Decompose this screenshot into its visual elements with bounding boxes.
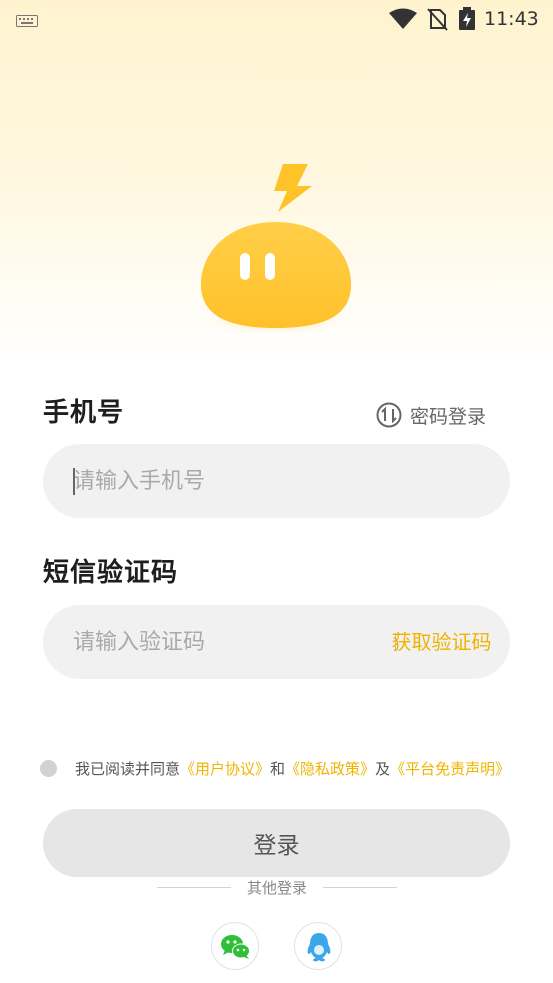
get-code-button[interactable]: 获取验证码 xyxy=(373,605,510,679)
password-login-switch[interactable]: 密码登录 xyxy=(376,400,486,430)
wechat-icon xyxy=(221,935,250,959)
sms-code-field[interactable]: 获取验证码 xyxy=(43,605,510,679)
agreement-row: 我已阅读并同意 《用户协议》 和 《隐私政策》 及 《平台免责声明》 xyxy=(40,757,510,779)
agreement-and: 和 xyxy=(270,759,286,778)
no-sim-icon xyxy=(426,7,448,35)
wechat-login-button[interactable] xyxy=(211,922,259,970)
mascot-logo xyxy=(195,162,357,334)
sms-code-label: 短信验证码 xyxy=(43,558,179,588)
battery-charging-icon xyxy=(458,7,476,35)
wifi-icon xyxy=(388,7,418,35)
other-login-label: 其他登录 xyxy=(246,879,307,897)
divider-line-left xyxy=(157,887,231,888)
switch-icon xyxy=(376,402,402,428)
divider-line-right xyxy=(323,887,397,888)
status-bar: 11:43 xyxy=(0,0,553,38)
qq-icon xyxy=(307,933,331,962)
agreement-also: 及 xyxy=(375,759,391,778)
user-agreement-link[interactable]: 《用户协议》 xyxy=(180,758,270,779)
status-time: 11:43 xyxy=(484,8,539,30)
phone-input[interactable] xyxy=(73,444,333,518)
phone-label: 手机号 xyxy=(43,398,125,428)
sms-code-input[interactable] xyxy=(73,605,333,679)
qq-login-button[interactable] xyxy=(294,922,342,970)
privacy-policy-link[interactable]: 《隐私政策》 xyxy=(285,758,375,779)
agreement-prefix: 我已阅读并同意 xyxy=(75,759,181,778)
password-login-label: 密码登录 xyxy=(410,405,487,428)
phone-field[interactable] xyxy=(43,444,510,518)
agreement-checkbox[interactable] xyxy=(40,759,57,777)
login-button[interactable]: 登录 xyxy=(43,809,510,877)
text-caret xyxy=(73,468,75,495)
other-login-divider: 其他登录 xyxy=(157,877,397,899)
disclaimer-link[interactable]: 《平台免责声明》 xyxy=(390,758,510,779)
keyboard-icon xyxy=(16,12,38,31)
